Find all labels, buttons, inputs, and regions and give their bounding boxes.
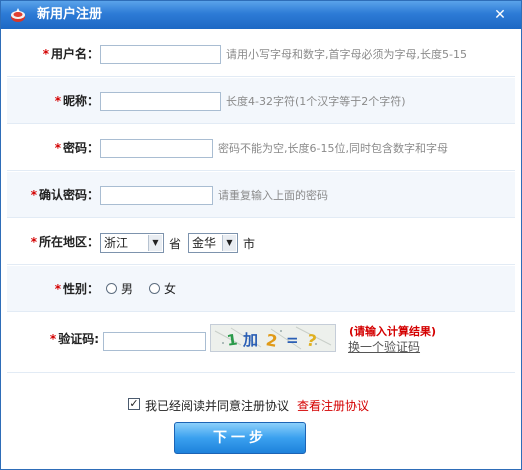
gender-female-label[interactable]: 女 [164,282,176,296]
captcha-label: * 验证码: [49,332,99,346]
close-icon[interactable]: ✕ [494,7,506,23]
required-mark: * [42,47,49,61]
close-button[interactable]: ✕ [491,6,509,24]
nickname-label: * 昵称： [54,94,99,108]
username-row: * 用户名： 请用小写字母和数字,首字母必须为字母,长度5-15 [7,31,515,77]
password-input[interactable] [100,139,213,158]
required-mark: * [30,188,37,202]
nickname-input[interactable] [100,92,221,111]
next-step-button[interactable]: 下一步 [174,422,306,454]
password-hint: 密码不能为空,长度6-15位,同时包含数字和字母 [218,142,448,155]
username-input[interactable] [100,45,221,64]
captcha-input[interactable] [103,332,206,351]
svg-text:=: = [286,331,299,349]
city-value: 金华 [192,236,217,250]
captcha-graphic: 1 加 2 = ? [211,325,335,351]
gender-male-label[interactable]: 男 [121,282,133,296]
window-title: 新用户注册 [37,7,103,22]
chevron-down-icon[interactable]: ▼ [148,235,162,251]
agreement-checkbox[interactable]: ✓ [128,398,140,410]
gender-row: * 性别： 男 女 [7,266,515,312]
username-label: * 用户名： [42,47,99,61]
gender-female-radio[interactable] [149,283,160,294]
gender-label: * 性别： [54,282,99,296]
region-label: * 所在地区： [30,235,99,249]
gender-male-radio[interactable] [106,283,117,294]
confirm-password-input[interactable] [100,186,213,205]
username-hint: 请用小写字母和数字,首字母必须为字母,长度5-15 [226,48,467,61]
form-area: * 用户名： 请用小写字母和数字,首字母必须为字母,长度5-15 * 昵称： 长度4… [7,31,515,463]
city-unit: 市 [243,237,256,251]
required-mark: * [54,282,61,296]
password-label: * 密码： [54,141,99,155]
chevron-down-icon[interactable]: ▼ [222,235,236,251]
captcha-hint: (请输入计算结果) [349,325,437,338]
password-row: * 密码： 密码不能为空,长度6-15位,同时包含数字和字母 [7,125,515,171]
confirm-password-label: * 确认密码： [30,188,99,202]
required-mark: * [30,235,37,249]
refresh-captcha-link[interactable]: 换一个验证码 [348,338,420,355]
register-window: 新用户注册 ✕ * 用户名： 请用小写字母和数字,首字母必须为字母,长度5-15 … [0,0,522,470]
svg-text:加: 加 [242,331,258,349]
confirm-password-hint: 请重复输入上面的密码 [218,189,328,202]
city-select[interactable]: 金华 ▼ [188,233,238,253]
agreement-text: 我已经阅读并同意注册协议 [145,399,290,413]
nickname-row: * 昵称： 长度4-32字符(1个汉字等于2个字符) [7,78,515,124]
title-bar: 新用户注册 ✕ [1,1,521,29]
view-agreement-link[interactable]: 查看注册协议 [297,397,369,414]
required-mark: * [49,332,57,346]
province-select[interactable]: 浙江 ▼ [100,233,164,253]
region-row: * 所在地区： 浙江 ▼ 省 金华 ▼ 市 [7,219,515,265]
captcha-image[interactable]: 1 加 2 = ? [210,324,336,352]
province-value: 浙江 [104,236,129,250]
required-mark: * [54,94,61,108]
app-logo-icon [11,8,25,22]
province-unit: 省 [169,237,182,251]
nickname-hint: 长度4-32字符(1个汉字等于2个字符) [226,95,406,108]
confirm-password-row: * 确认密码： 请重复输入上面的密码 [7,172,515,218]
required-mark: * [54,141,61,155]
